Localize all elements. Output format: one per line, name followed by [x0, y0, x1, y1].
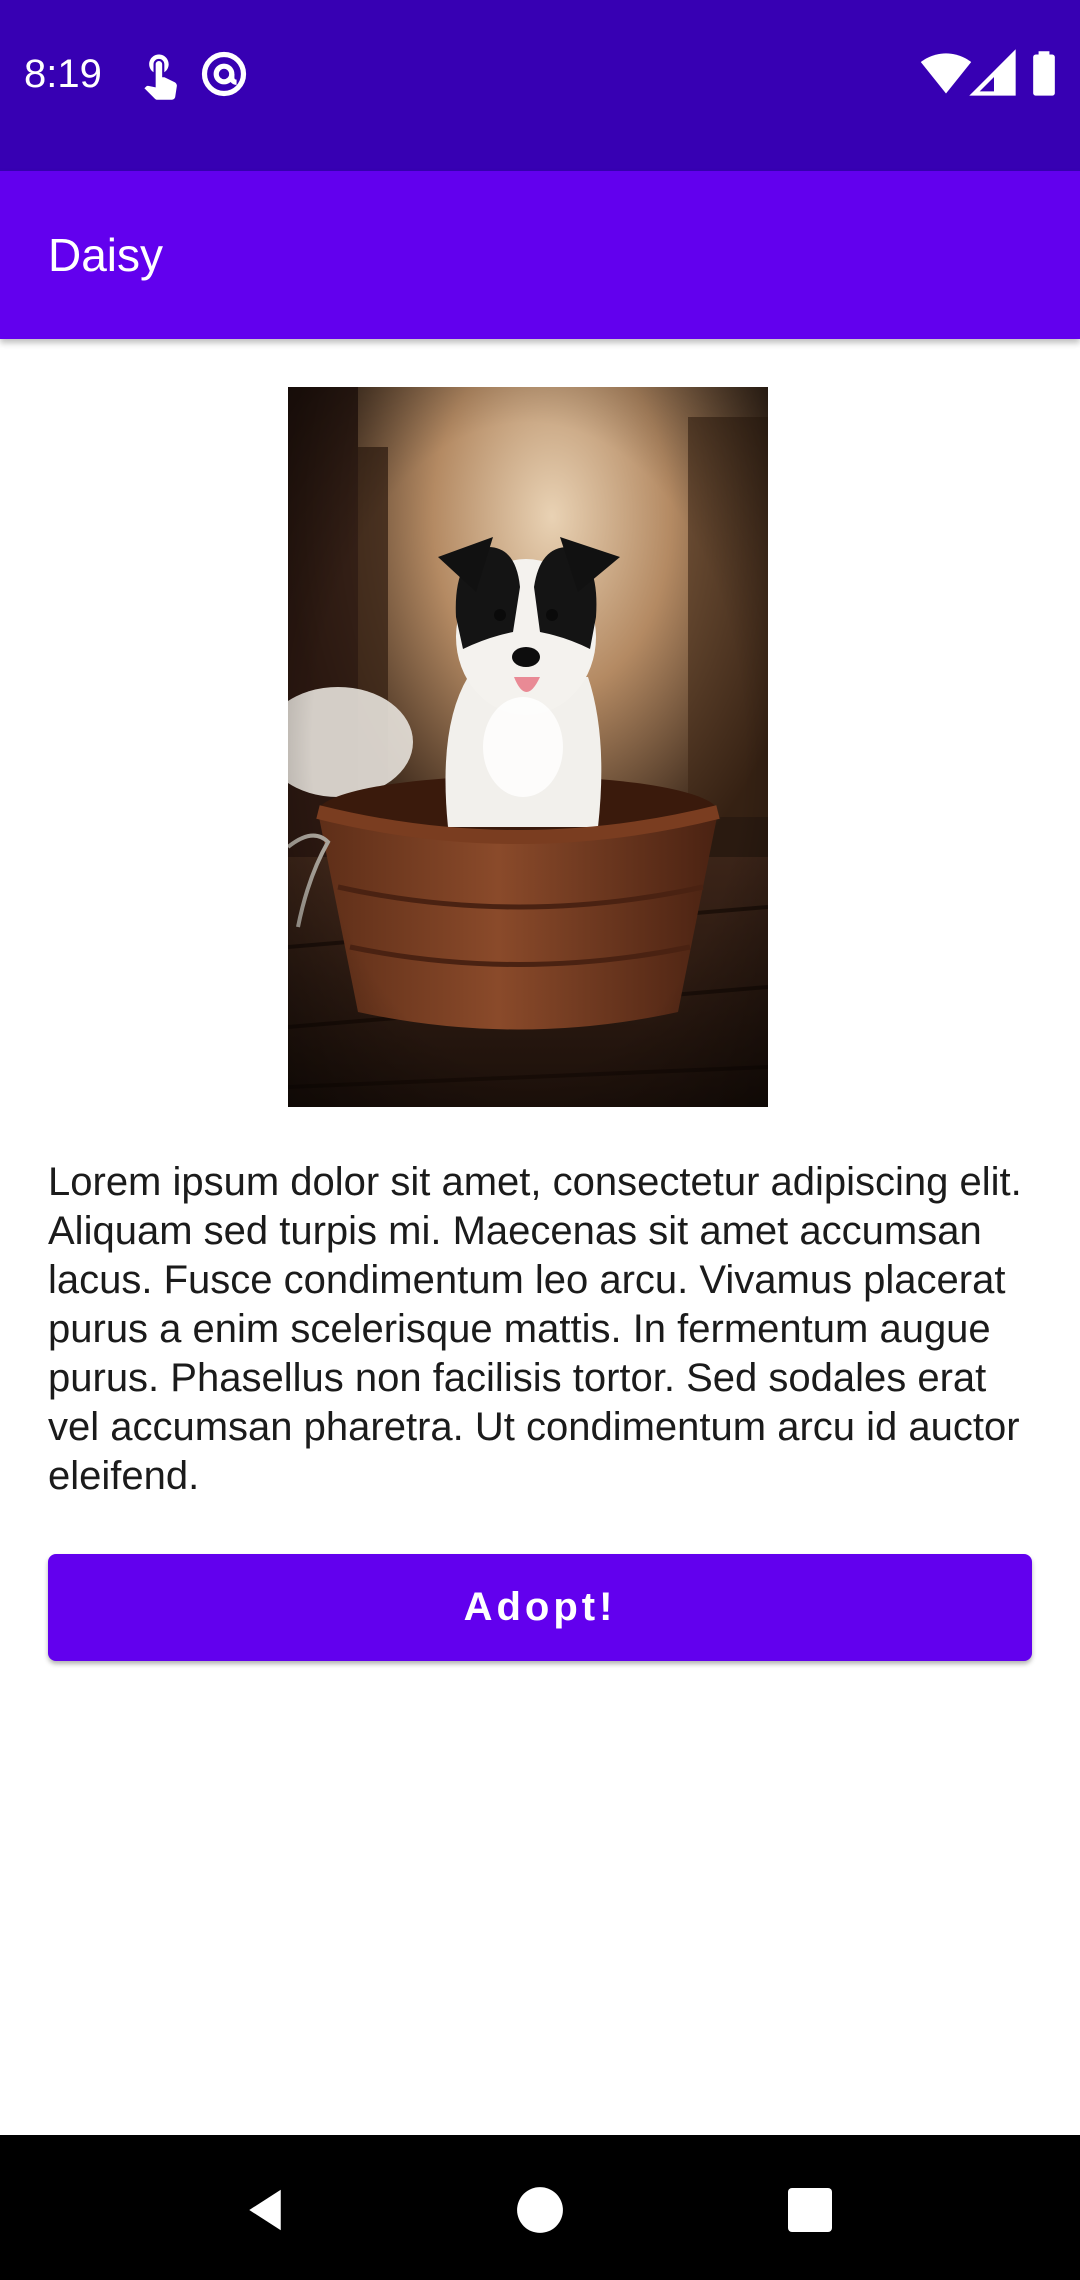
navigation-bar	[0, 2135, 1080, 2280]
puppy-photo	[288, 387, 768, 1107]
status-bar: 8:19	[0, 0, 1080, 171]
app-title: Daisy	[48, 229, 164, 281]
app-bar: Daisy	[0, 171, 1080, 339]
at-sign-icon	[198, 48, 250, 100]
touch-app-icon	[134, 48, 186, 100]
screen: 8:19 Daisy Lorem ipsum dolor sit amet, c…	[0, 0, 1080, 2280]
wifi-icon	[920, 48, 972, 100]
battery-icon	[1018, 48, 1070, 100]
pet-description: Lorem ipsum dolor sit amet, consectetur …	[48, 1160, 1022, 1498]
cell-signal-icon	[968, 48, 1020, 100]
adopt-button[interactable]: Adopt!	[48, 1554, 1032, 1661]
back-icon[interactable]	[220, 2165, 310, 2255]
status-time: 8:19	[24, 52, 102, 96]
home-icon[interactable]	[495, 2165, 585, 2255]
recents-icon[interactable]	[765, 2165, 855, 2255]
